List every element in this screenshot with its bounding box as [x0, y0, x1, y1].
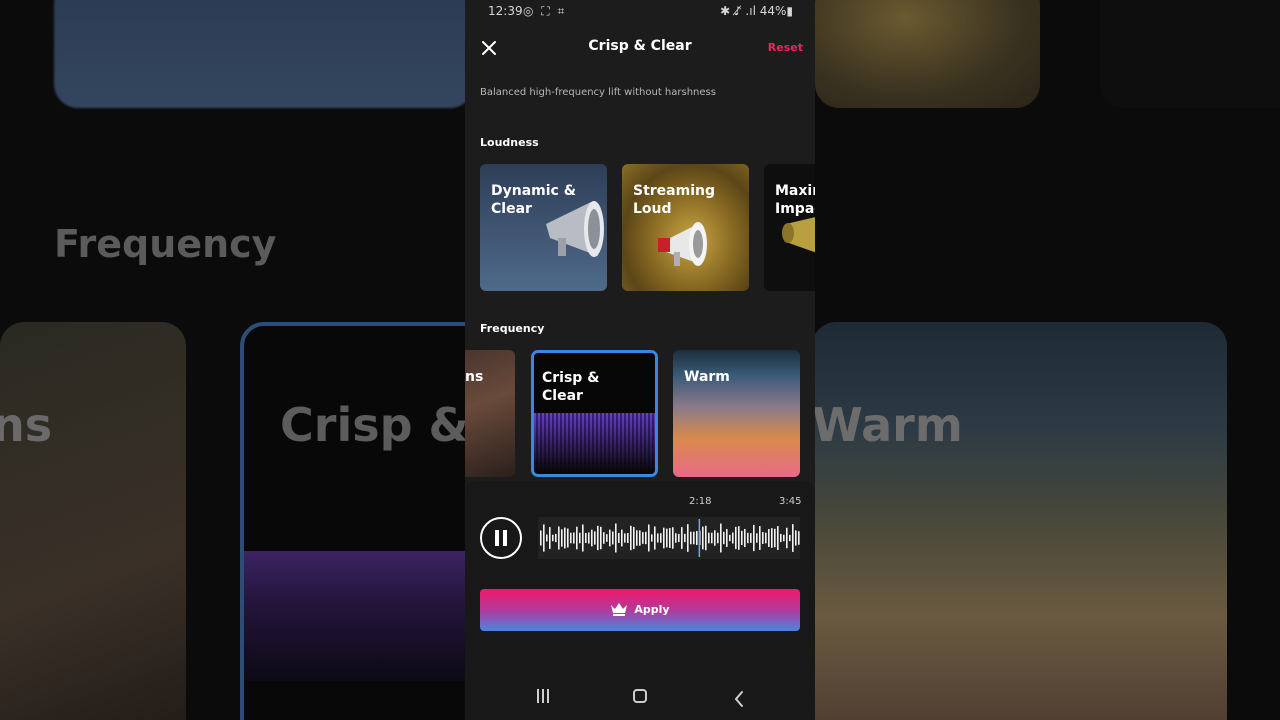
preset-label: Maxim Impac — [775, 183, 815, 217]
current-time: 2:18 — [689, 496, 712, 507]
status-time: 12:39 — [488, 4, 523, 18]
recent-apps-icon[interactable] — [536, 689, 550, 703]
home-icon[interactable] — [633, 689, 647, 703]
preset-tile-dynamic-clear[interactable]: Dynamic & Clear — [480, 164, 607, 291]
bg-tile-crisp-label: Crisp & — [280, 398, 469, 452]
waveform-art — [534, 413, 655, 473]
bg-tile-warm-label: Warm — [812, 398, 963, 452]
preset-tile-warm[interactable]: Warm — [673, 350, 800, 477]
pause-icon — [495, 530, 499, 546]
bg-frequency-label: Frequency — [54, 222, 277, 266]
system-nav-bar — [465, 680, 815, 720]
preset-description: Balanced high-frequency lift without har… — [480, 87, 716, 98]
megaphone-icon — [658, 222, 707, 266]
preset-tile-streaming-loud[interactable]: Streaming Loud — [622, 164, 749, 291]
total-time: 3:45 — [779, 496, 802, 507]
bg-tile-crisp — [240, 322, 488, 720]
section-label-frequency: Frequency — [480, 322, 545, 335]
preset-label: Warm — [684, 369, 730, 385]
bg-tile-warm — [812, 322, 1227, 720]
waveform-scrubber[interactable] — [538, 517, 800, 559]
status-right-icons: ✱ ♪̸ .ıl 44%▮ — [720, 4, 793, 18]
preset-tile-maximum-impact[interactable]: Maxim Impac — [764, 164, 815, 291]
phone-screen: 12:39 ◎ ⛶ ⌗ ✱ ♪̸ .ıl 44%▮ Crisp & Clear … — [465, 0, 815, 720]
status-bar: 12:39 ◎ ⛶ ⌗ ✱ ♪̸ .ıl 44%▮ — [465, 0, 815, 24]
bg-card-dynamic — [54, 0, 474, 108]
bg-tile-left — [0, 322, 186, 720]
pause-button[interactable] — [480, 517, 522, 559]
preset-label: Streaming Loud — [633, 183, 715, 217]
reset-button[interactable]: Reset — [768, 41, 803, 54]
status-notification-icons: ◎ ⛶ ⌗ — [523, 4, 567, 18]
preset-label: Dynamic & Clear — [491, 183, 576, 217]
apply-button[interactable]: Apply — [480, 589, 800, 631]
page-title: Crisp & Clear — [588, 38, 692, 54]
crown-icon — [611, 603, 628, 616]
section-label-loudness: Loudness — [480, 136, 539, 149]
preset-tile-crisp-clear[interactable]: Crisp & Clear — [531, 350, 658, 477]
preset-tile-frequency-left[interactable]: ns — [465, 350, 515, 477]
top-bar: Crisp & Clear Reset — [465, 28, 815, 68]
bg-tile-left-label: ns — [0, 398, 53, 452]
apply-label: Apply — [634, 603, 670, 616]
pause-icon-bar — [503, 530, 507, 546]
megaphone-icon — [782, 217, 815, 253]
preset-label: ns — [465, 369, 484, 385]
bg-card-streaming — [815, 0, 1040, 108]
preset-label: Crisp & Clear — [542, 370, 600, 404]
bg-card-maximum — [1100, 0, 1280, 108]
back-icon[interactable] — [733, 690, 745, 708]
